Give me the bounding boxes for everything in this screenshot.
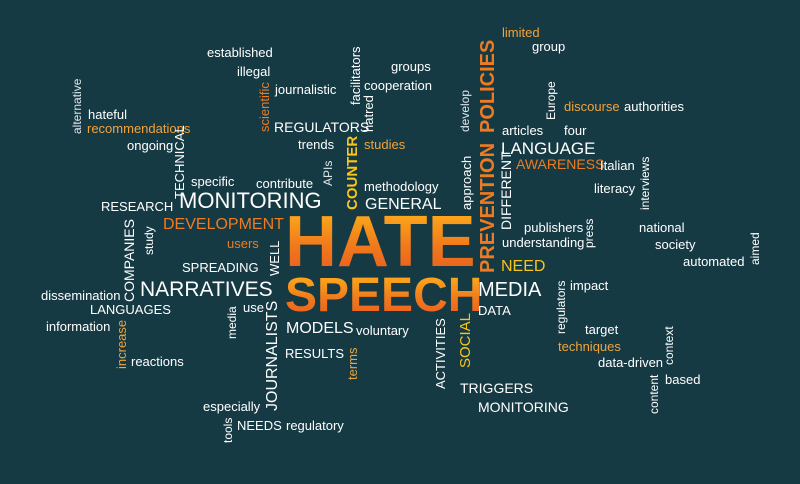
word-especially: especially [203, 399, 261, 414]
word-groups: groups [391, 59, 431, 74]
word-awareness: AWARENESS [516, 156, 605, 172]
word-study: study [142, 226, 156, 255]
word-voluntary: voluntary [356, 323, 409, 338]
word-national: national [639, 220, 685, 235]
word-discourse: discourse [564, 99, 620, 114]
word-users: users [227, 236, 259, 251]
word-journalists: JOURNALISTS [264, 300, 281, 411]
word-monitoring: MONITORING [478, 399, 569, 415]
word-spreading: SPREADING [182, 260, 259, 275]
word-established: established [207, 45, 273, 60]
word-companies: COMPANIES [121, 219, 137, 302]
word-alternative: alternative [70, 78, 84, 134]
word-automated: automated [683, 254, 745, 269]
word-reactions: reactions [131, 354, 184, 369]
word-scientific: scientific [257, 82, 272, 132]
word-based: based [665, 372, 701, 387]
word-target: target [585, 322, 619, 337]
word-research: RESEARCH [101, 199, 174, 214]
word-cloud: established illegal journalistic groups coop… [0, 0, 800, 484]
word-hate: HATE [285, 202, 476, 282]
word-social: SOCIAL [457, 312, 474, 368]
word-aimed: aimed [748, 232, 762, 265]
word-journalistic: journalistic [275, 82, 337, 97]
word-approach: approach [459, 155, 474, 210]
word-need: NEED [501, 258, 546, 275]
word-press: press [582, 218, 596, 248]
word-language: LANGUAGE [501, 139, 596, 158]
word-trends: trends [298, 137, 335, 152]
word-development: DEVELOPMENT [163, 216, 284, 233]
word-limited: limited [502, 25, 540, 40]
word-understanding: understanding [502, 235, 585, 250]
word-speech: SPEECH [285, 269, 483, 322]
word-hateful: hateful [88, 107, 128, 122]
word-methodology: methodology [364, 179, 439, 194]
word-information: information [46, 319, 111, 334]
word-cooperation: cooperation [364, 78, 432, 93]
word-media: media [225, 306, 239, 339]
word-italian: Italian [600, 158, 635, 173]
word-impact: impact [570, 278, 609, 293]
word-different: DIFFERENT [498, 151, 514, 230]
word-needs: NEEDS [237, 418, 282, 433]
word-activities: ACTIVITIES [433, 318, 448, 389]
word-media: MEDIA [478, 279, 542, 301]
word-triggers: TRIGGERS [460, 380, 534, 396]
word-terms: terms [345, 347, 360, 381]
word-data-driven: data-driven [598, 355, 664, 370]
word-specific: specific [191, 174, 235, 189]
word-apis: APIs [321, 160, 335, 186]
word-europe: Europe [544, 81, 558, 120]
word-develop: develop [458, 89, 472, 132]
word-regulatory: regulatory [286, 418, 344, 433]
word-four: four [564, 123, 587, 138]
word-illegal: illegal [237, 64, 271, 79]
word-results: RESULTS [285, 346, 344, 361]
word-literacy: literacy [594, 181, 636, 196]
word-techniques: techniques [558, 339, 621, 354]
word-publishers: publishers [524, 220, 584, 235]
word-increase: increase [114, 319, 129, 369]
word-ongoing: ongoing [127, 138, 174, 153]
word-regulators: regulators [554, 280, 568, 334]
word-counter: COUNTER [344, 135, 361, 210]
word-studies: studies [364, 137, 406, 152]
word-authorities: authorities [624, 99, 684, 114]
word-interviews: interviews [638, 156, 652, 210]
word-context: context [662, 326, 676, 365]
word-content: content [647, 374, 661, 414]
word-group: group [532, 39, 566, 54]
word-well: WELL [267, 240, 282, 276]
word-use: use [243, 300, 264, 315]
word-narratives: NARRATIVES [140, 278, 273, 301]
word-regulators: REGULATORS [274, 119, 370, 135]
word-data: DATA [478, 303, 511, 318]
word-languages: LANGUAGES [90, 302, 171, 317]
word-society: society [655, 237, 696, 252]
word-dissemination: dissemination [41, 288, 121, 303]
word-models: MODELS [286, 320, 354, 337]
word-tools: tools [221, 417, 235, 443]
word-articles: articles [502, 123, 544, 138]
word-policies: POLICIES [477, 39, 499, 133]
word-prevention: PREVENTION [477, 142, 499, 273]
